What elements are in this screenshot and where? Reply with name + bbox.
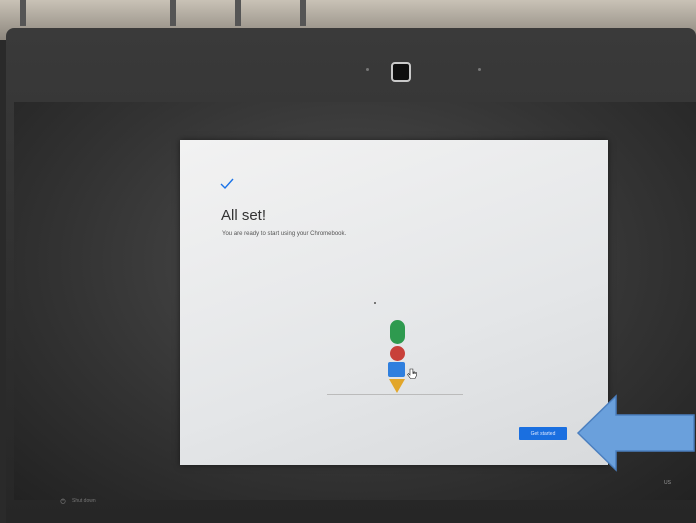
get-started-button[interactable]: Get started [519, 427, 567, 440]
chair-leg [170, 0, 176, 26]
chair-leg [300, 0, 306, 26]
checkmark-icon [220, 178, 234, 190]
illustration-dot [374, 302, 376, 304]
bezel-sensor [478, 68, 481, 71]
illustration-green-shape [390, 320, 405, 344]
illustration-yellow-shape [389, 379, 405, 393]
hand-cursor-icon [407, 368, 417, 379]
shelf-shutdown-label: Shut down [72, 498, 96, 504]
arrow-left-icon [576, 394, 695, 472]
setup-complete-dialog [180, 140, 608, 465]
bezel-sensor [366, 68, 369, 71]
chair-leg [20, 0, 26, 26]
webcam-icon [391, 62, 411, 82]
page-subtitle: You are ready to start using your Chrome… [222, 231, 347, 237]
illustration-blue-shape [388, 362, 405, 377]
page-title: All set! [221, 207, 267, 224]
illustration-baseline [327, 394, 463, 395]
shelf-shutdown[interactable]: Shut down [60, 498, 96, 504]
power-icon [60, 498, 66, 504]
illustration-red-shape [390, 346, 405, 361]
chair-leg [235, 0, 241, 26]
status-tray[interactable]: US [664, 480, 671, 486]
